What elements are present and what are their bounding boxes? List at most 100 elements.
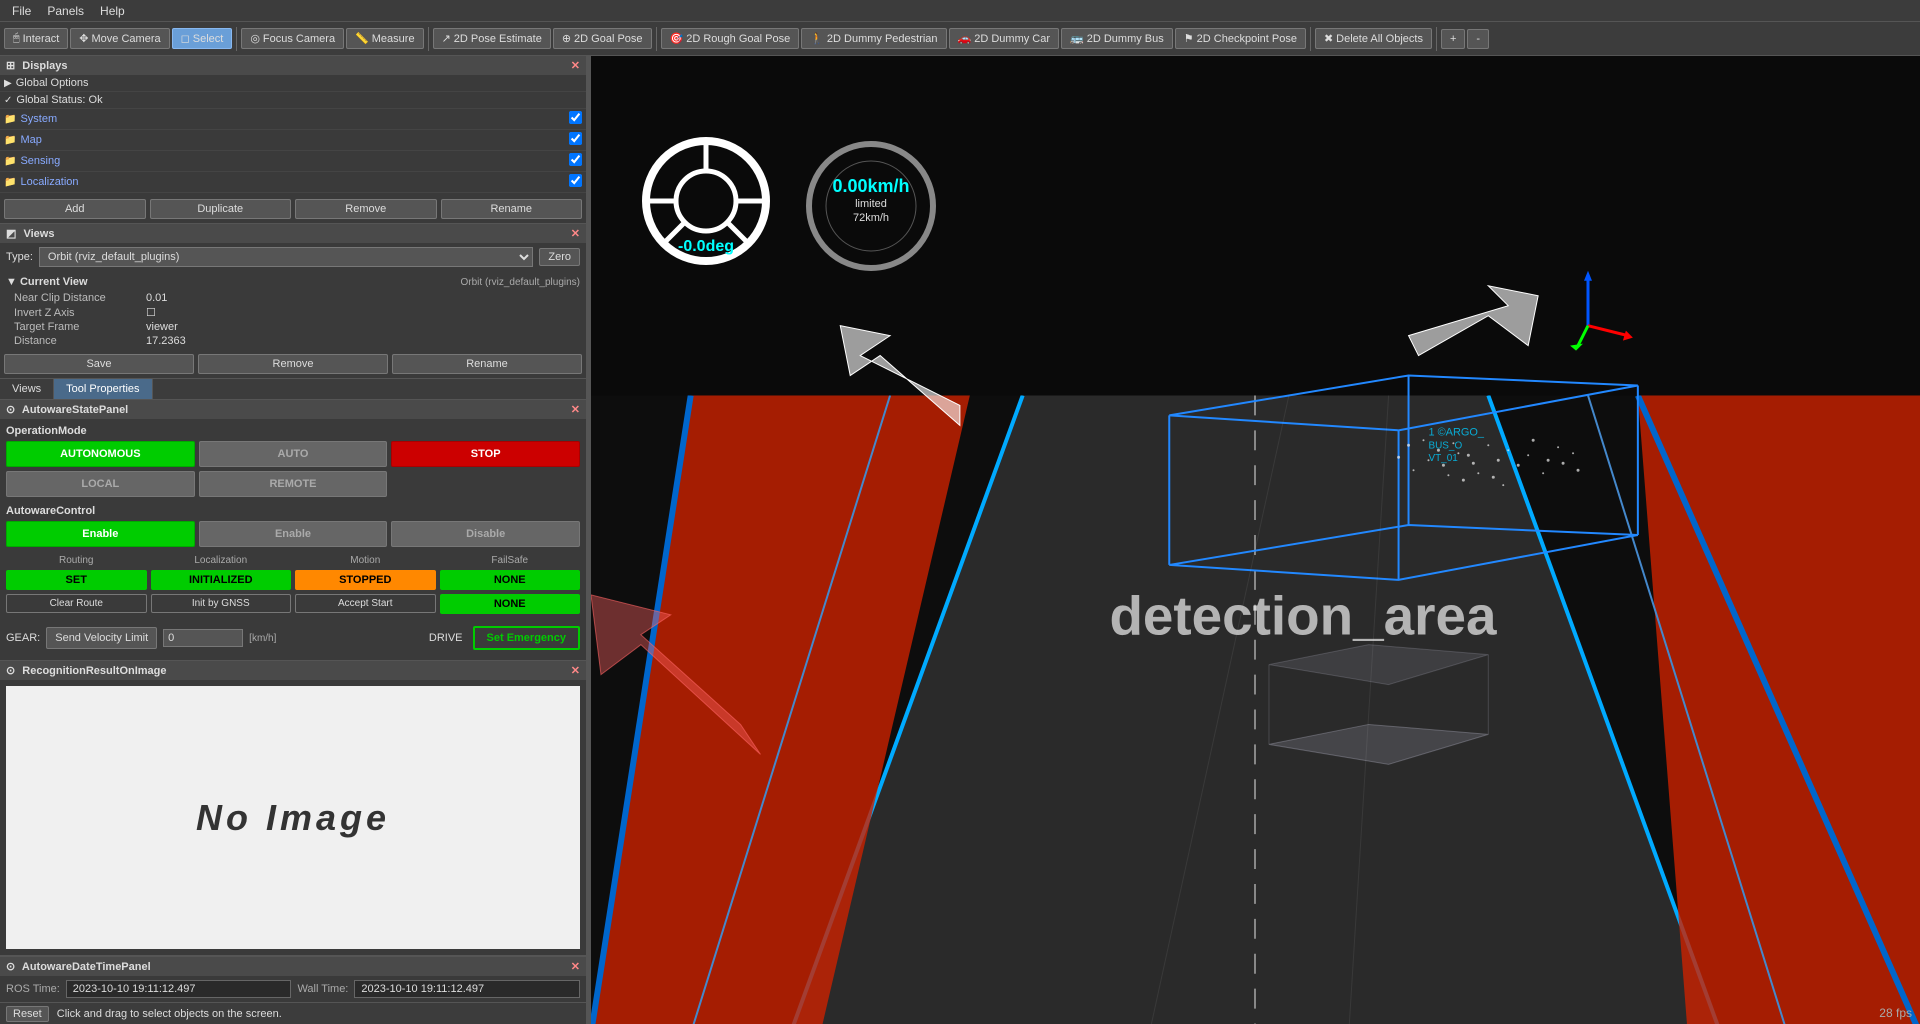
zoom-out-button[interactable]: - <box>1467 29 1489 49</box>
autoware-state-header[interactable]: ⊙ AutowareStatePanel ✕ <box>0 400 586 419</box>
tabs-row: Views Tool Properties <box>0 379 586 400</box>
localization-col: Localization INITIALIZED Init by GNSS <box>151 555 292 614</box>
tab-views[interactable]: Views <box>0 379 54 399</box>
focus-camera-button[interactable]: ◎ Focus Camera <box>241 28 344 49</box>
recognition-header[interactable]: ⊙ RecognitionResultOnImage ✕ <box>0 661 586 680</box>
remove-display-button[interactable]: Remove <box>295 199 437 219</box>
checkpoint-pose-button[interactable]: ⚑ 2D Checkpoint Pose <box>1175 28 1306 49</box>
datetime-header[interactable]: ⊙ AutowareDateTimePanel ✕ <box>0 957 586 976</box>
pose-icon: ↗ <box>442 32 451 45</box>
failsafe-label: FailSafe <box>440 555 581 566</box>
rough-goal-button[interactable]: 🎯 2D Rough Goal Pose <box>661 28 800 49</box>
accept-start-button[interactable]: Accept Start <box>295 594 436 613</box>
current-view-area: ▼ Current View Orbit (rviz_default_plugi… <box>0 271 586 350</box>
views-zero-button[interactable]: Zero <box>539 248 580 266</box>
system-folder-icon: 📁 <box>4 114 16 125</box>
interact-button[interactable]: 🖱 Interact <box>4 28 68 49</box>
velocity-input[interactable] <box>163 629 243 647</box>
displays-close[interactable]: ✕ <box>571 59 580 72</box>
reset-button[interactable]: Reset <box>6 1006 49 1022</box>
disable-button[interactable]: Disable <box>391 521 580 547</box>
clear-route-button[interactable]: Clear Route <box>6 594 147 613</box>
views-header[interactable]: ◩ Views ✕ <box>0 224 586 243</box>
gear-drive-row: GEAR: Send Velocity Limit [km/h] DRIVE S… <box>6 622 580 654</box>
autoware-panel: OperationMode AUTONOMOUS AUTO STOP LOCAL… <box>0 419 586 660</box>
displays-header[interactable]: ⊞ Displays ✕ <box>0 56 586 75</box>
measure-icon: 📏 <box>355 32 369 45</box>
auto-button[interactable]: AUTO <box>199 441 388 467</box>
localization-status-label: Localization <box>151 555 292 566</box>
move-camera-button[interactable]: ✥ Move Camera <box>70 28 169 49</box>
views-type-select[interactable]: Orbit (rviz_default_plugins) <box>39 247 533 267</box>
measure-button[interactable]: 📏 Measure <box>346 28 424 49</box>
rename-display-button[interactable]: Rename <box>441 199 583 219</box>
recognition-section: ⊙ RecognitionResultOnImage ✕ No Image <box>0 661 586 956</box>
display-item-map[interactable]: 📁 Map <box>0 130 586 151</box>
select-button[interactable]: ◻ Select <box>172 28 233 49</box>
main-layout: ⊞ Displays ✕ ▶ Global Options ✓ Global S… <box>0 56 1920 1024</box>
local-button[interactable]: LOCAL <box>6 471 195 497</box>
sensing-checkbox[interactable] <box>569 153 582 166</box>
failsafe-badge-1: NONE <box>440 570 581 590</box>
display-item-global-status[interactable]: ✓ Global Status: Ok <box>0 92 586 109</box>
autoware-state-section: ⊙ AutowareStatePanel ✕ OperationMode AUT… <box>0 400 586 661</box>
ros-time-value: 2023-10-10 19:11:12.497 <box>66 980 292 998</box>
remove-view-button[interactable]: Remove <box>198 354 388 374</box>
add-display-button[interactable]: Add <box>4 199 146 219</box>
dummy-bus-button[interactable]: 🚌 2D Dummy Bus <box>1061 28 1173 49</box>
localization-checkbox[interactable] <box>569 174 582 187</box>
svg-text:BUS_O: BUS_O <box>1428 440 1462 451</box>
sep-3 <box>656 27 657 51</box>
sep-4 <box>1310 27 1311 51</box>
velocity-unit: [km/h] <box>249 633 276 644</box>
delete-all-button[interactable]: ✖ Delete All Objects <box>1315 28 1432 49</box>
autoware-state-icon: ⊙ <box>6 404 15 416</box>
dummy-pedestrian-button[interactable]: 🚶 2D Dummy Pedestrian <box>801 28 946 49</box>
tab-tool-properties[interactable]: Tool Properties <box>54 379 152 399</box>
routing-label: Routing <box>6 555 147 566</box>
datetime-panel: ⊙ AutowareDateTimePanel ✕ ROS Time: 2023… <box>0 956 586 1002</box>
datetime-close[interactable]: ✕ <box>571 960 580 973</box>
save-view-button[interactable]: Save <box>4 354 194 374</box>
duplicate-display-button[interactable]: Duplicate <box>150 199 292 219</box>
cv-type: Orbit (rviz_default_plugins) <box>461 277 581 288</box>
dummy-car-button[interactable]: 🚗 2D Dummy Car <box>949 28 1060 49</box>
autoware-state-close[interactable]: ✕ <box>571 403 580 416</box>
failsafe-badge-2: NONE <box>440 594 581 614</box>
display-item-localization[interactable]: 📁 Localization <box>0 172 586 193</box>
svg-text:1 ©ARGO_: 1 ©ARGO_ <box>1428 426 1484 438</box>
autoware-control-grid: Enable Enable Disable <box>6 521 580 547</box>
remote-button[interactable]: REMOTE <box>199 471 388 497</box>
viewport[interactable]: 1 ©ARGO_ BUS_O VT_01 detection_area <box>591 56 1920 1024</box>
cv-invert-z: Invert Z Axis ☐ <box>6 305 580 320</box>
zoom-in-button[interactable]: + <box>1441 29 1465 49</box>
menu-file[interactable]: File <box>4 2 39 20</box>
menu-help[interactable]: Help <box>92 2 133 20</box>
views-close[interactable]: ✕ <box>571 227 580 240</box>
delete-all-icon: ✖ <box>1324 32 1333 45</box>
rename-view-button[interactable]: Rename <box>392 354 582 374</box>
display-label: Localization <box>20 176 78 188</box>
display-item-global-options[interactable]: ▶ Global Options <box>0 75 586 92</box>
menu-panels[interactable]: Panels <box>39 2 92 20</box>
stop-button[interactable]: STOP <box>391 441 580 467</box>
move-camera-icon: ✥ <box>79 32 88 45</box>
enable-button[interactable]: Enable <box>6 521 195 547</box>
datetime-row: ROS Time: 2023-10-10 19:11:12.497 Wall T… <box>0 976 586 1002</box>
gear-label: GEAR: <box>6 632 40 644</box>
goal-pose-button[interactable]: ⊕ 2D Goal Pose <box>553 28 652 49</box>
display-item-sensing[interactable]: 📁 Sensing <box>0 151 586 172</box>
init-gnss-button[interactable]: Init by GNSS <box>151 594 292 613</box>
set-emergency-button[interactable]: Set Emergency <box>473 626 580 650</box>
autoware-control-label: AutowareControl <box>6 505 580 517</box>
recognition-close[interactable]: ✕ <box>571 664 580 677</box>
send-velocity-button[interactable]: Send Velocity Limit <box>46 627 157 649</box>
autonomous-button[interactable]: AUTONOMOUS <box>6 441 195 467</box>
cv-target-frame: Target Frame viewer <box>6 320 580 334</box>
pose-estimate-button[interactable]: ↗ 2D Pose Estimate <box>433 28 551 49</box>
display-item-system[interactable]: 📁 System <box>0 109 586 130</box>
system-checkbox[interactable] <box>569 111 582 124</box>
cv-header-row: ▼ Current View Orbit (rviz_default_plugi… <box>6 273 580 291</box>
map-checkbox[interactable] <box>569 132 582 145</box>
recognition-title: RecognitionResultOnImage <box>22 665 166 677</box>
